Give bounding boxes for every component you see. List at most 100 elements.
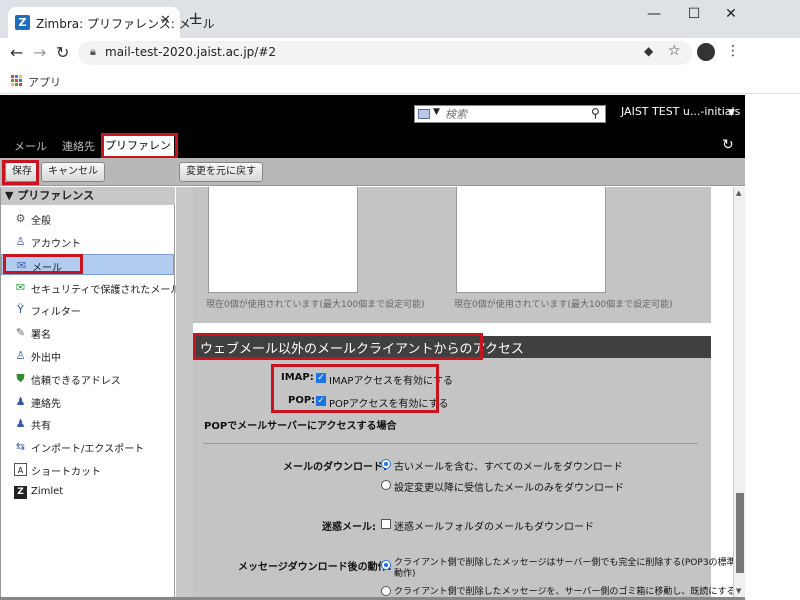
client-access-section: IMAP: ✓ IMAPアクセスを有効にする POP: ✓ POPアクセスを有効… <box>193 358 733 597</box>
chevron-down-icon[interactable]: ▼ <box>433 107 440 117</box>
signature-icon: ✎ <box>15 326 26 339</box>
preferences-sidebar: ▼ プリファレンス ⚙ 全般 ♙ アカウント ✉ メール ✉ セキュリティで保護… <box>0 187 181 597</box>
address-bar[interactable]: 🔒︎ mail-test-2020.jaist.ac.jp/#2 ◆ ☆ <box>78 41 692 65</box>
apps-grid-icon[interactable] <box>11 75 23 87</box>
save-button[interactable]: 保存 <box>5 162 39 182</box>
secure-mail-icon: ✉ <box>15 281 26 294</box>
address-list-left[interactable] <box>208 187 358 293</box>
forward-icon[interactable]: → <box>33 43 46 62</box>
revert-button[interactable]: 変更を元に戻す <box>179 162 263 182</box>
sidebar-item-filter[interactable]: Ÿ フィルター <box>1 299 174 320</box>
sidebar-header[interactable]: ▼ プリファレンス <box>1 187 175 205</box>
shield-icon: ⛊ <box>16 372 25 385</box>
sidebar-item-account[interactable]: ♙ アカウント <box>1 231 174 252</box>
reload-icon[interactable]: ↻ <box>56 43 69 62</box>
sidebar-item-import-export[interactable]: ⇆ インポート/エクスポート <box>1 436 174 457</box>
gear-icon: ⚙ <box>15 212 26 225</box>
forwarding-lists-area: 現在0個が使用されています(最大100個まで設定可能) 現在0個が使用されていま… <box>193 187 711 323</box>
browser-tab[interactable]: Z Zimbra: プリファレンス: メール ✕ <box>8 7 215 38</box>
spam-option-label[interactable]: 迷惑メールフォルダのメールもダウンロード <box>394 518 594 533</box>
tab-mail[interactable]: メール <box>14 138 47 154</box>
refresh-icon[interactable]: ↻ <box>722 137 734 153</box>
sidebar-item-label: 信頼できるアドレス <box>31 376 121 387</box>
zimbra-favicon-icon: Z <box>15 15 30 30</box>
user-menu-chevron-icon[interactable]: ▼ <box>728 108 735 118</box>
scroll-down-icon[interactable]: ▼ <box>736 587 741 595</box>
sidebar-item-out-of-office[interactable]: ♙ 外出中 <box>1 345 174 366</box>
sidebar-item-contacts[interactable]: ♟ 連絡先 <box>1 391 174 412</box>
sidebar-item-label: フィルター <box>31 307 81 318</box>
after-trash-radio[interactable] <box>381 586 391 596</box>
url-text: mail-test-2020.jaist.ac.jp/#2 <box>105 45 277 59</box>
download-new-only-label[interactable]: 設定変更以降に受信したメールのみをダウンロード <box>394 479 624 494</box>
search-box: ▼ ⚲ <box>414 105 606 123</box>
sidebar-item-label: メール <box>32 263 62 274</box>
import-export-icon: ⇆ <box>15 440 26 453</box>
scroll-up-icon[interactable]: ▲ <box>736 189 741 197</box>
section-title: ウェブメール以外のメールクライアントからのアクセス <box>200 342 524 357</box>
action-toolbar: 保存 キャンセル 変更を元に戻す <box>0 158 745 186</box>
sidebar-item-zimlet[interactable]: Z Zimlet <box>1 482 174 503</box>
sidebar-item-mail[interactable]: ✉ メール <box>1 254 174 275</box>
section-header: ウェブメール以外のメールクライアントからのアクセス <box>193 336 711 358</box>
download-all-radio[interactable] <box>381 459 391 469</box>
extension-icon[interactable]: ◆ <box>644 44 653 58</box>
close-tab-icon[interactable]: ✕ <box>160 13 171 28</box>
address-list-right[interactable] <box>456 187 606 293</box>
after-trash-label[interactable]: クライアント側で削除したメッセージを、サーバー側のゴミ箱に移動し、既読にする <box>394 584 733 597</box>
imap-label: IMAP: <box>281 372 314 383</box>
vertical-scrollbar[interactable]: ▲ ▼ <box>733 187 745 597</box>
browser-toolbar: ← → ↻ 🔒︎ mail-test-2020.jaist.ac.jp/#2 ◆… <box>0 38 800 68</box>
profile-avatar-icon[interactable] <box>697 43 715 61</box>
sidebar-item-label: インポート/エクスポート <box>31 444 145 455</box>
search-icon[interactable]: ⚲ <box>591 106 600 120</box>
minimize-icon[interactable]: — <box>644 6 664 22</box>
sidebar-item-label: 連絡先 <box>31 399 61 410</box>
maximize-icon[interactable]: ☐ <box>684 6 704 22</box>
pop-option-label[interactable]: POPアクセスを有効にする <box>329 395 449 410</box>
apps-bookmark-label[interactable]: アプリ <box>28 74 61 90</box>
new-tab-icon[interactable]: + <box>188 10 203 28</box>
download-all-label[interactable]: 古いメールを含む、すべてのメールをダウンロード <box>394 458 623 473</box>
spam-label: 迷惑メール: <box>322 522 376 533</box>
sidebar-item-share[interactable]: ♟ 共有 <box>1 413 174 434</box>
after-delete-label-line1[interactable]: クライアント側で削除したメッセージはサーバー側でも完全に削除する(POP3の標準 <box>394 555 733 568</box>
bookmarks-bar: アプリ <box>0 68 800 94</box>
window-close-icon[interactable]: ✕ <box>721 6 741 22</box>
sidebar-item-signature[interactable]: ✎ 署名 <box>1 322 174 343</box>
spam-checkbox[interactable] <box>381 519 391 529</box>
after-delete-radio[interactable] <box>381 560 391 570</box>
bookmark-star-icon[interactable]: ☆ <box>668 43 681 59</box>
user-name[interactable]: JAIST TEST u...-initials <box>621 105 740 118</box>
sidebar-item-label: ショートカット <box>31 467 101 478</box>
sidebar-item-label: アカウント <box>31 239 81 250</box>
search-input[interactable] <box>445 107 585 121</box>
lock-icon: 🔒︎ <box>90 45 96 58</box>
imap-checkbox[interactable]: ✓ <box>316 373 326 383</box>
shortcut-icon: A <box>14 463 27 476</box>
sidebar-item-trusted-addresses[interactable]: ⛊ 信頼できるアドレス <box>1 368 174 389</box>
pop-checkbox[interactable]: ✓ <box>316 396 326 406</box>
back-icon[interactable]: ← <box>10 43 23 62</box>
sidebar-item-label: 外出中 <box>31 353 61 364</box>
after-delete-label-line2[interactable]: 動作) <box>394 566 416 579</box>
sidebar-item-label: 全般 <box>31 216 51 227</box>
sidebar-item-secure-mail[interactable]: ✉ セキュリティで保護されたメール <box>1 277 181 298</box>
sidebar-item-general[interactable]: ⚙ 全般 <box>1 208 174 229</box>
browser-menu-icon[interactable]: ⋮ <box>726 43 740 59</box>
tab-contacts[interactable]: 連絡先 <box>62 138 95 154</box>
sidebar-item-shortcuts[interactable]: A ショートカット <box>1 459 174 480</box>
imap-option-label[interactable]: IMAPアクセスを有効にする <box>329 372 453 387</box>
panel-splitter[interactable] <box>176 187 193 597</box>
mail-search-type-icon[interactable] <box>418 109 430 119</box>
account-icon: ♙ <box>15 235 26 248</box>
list-usage-note-left: 現在0個が使用されています(最大100個まで設定可能) <box>206 300 425 310</box>
section-divider <box>203 443 698 444</box>
cancel-button[interactable]: キャンセル <box>41 162 105 182</box>
out-of-office-icon: ♙ <box>15 349 26 362</box>
scrollbar-thumb[interactable] <box>736 493 744 573</box>
download-new-only-radio[interactable] <box>381 480 391 490</box>
sidebar-item-label: セキュリティで保護されたメール <box>31 285 181 296</box>
tab-preferences[interactable]: プリファレンス <box>102 135 174 174</box>
share-icon: ♟ <box>15 417 26 430</box>
